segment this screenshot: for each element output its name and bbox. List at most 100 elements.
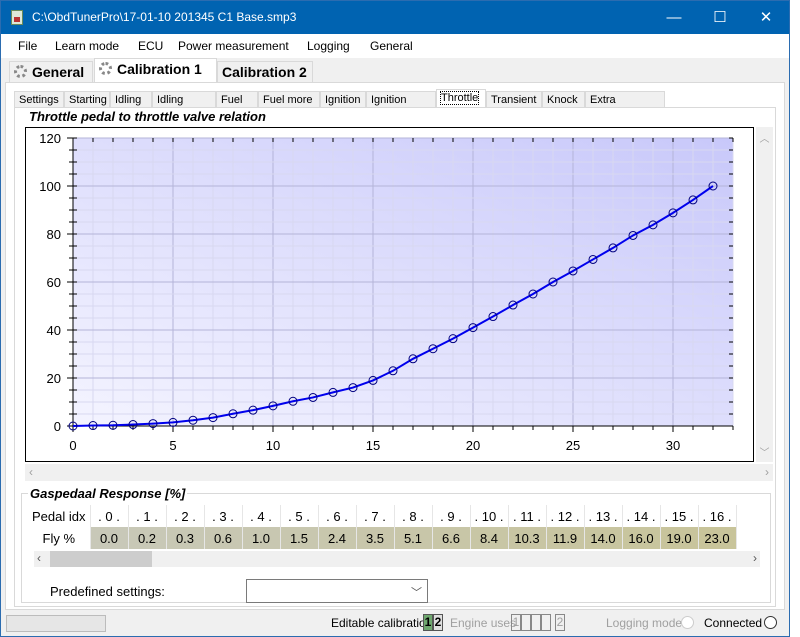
menu-logging[interactable]: Logging [307, 39, 350, 53]
chart-vertical-scrollbar[interactable]: ︿ ﹀ [756, 127, 773, 462]
predefined-settings-select[interactable]: ﹀ [246, 579, 428, 603]
scroll-left-icon[interactable]: ‹ [29, 465, 33, 479]
scroll-left-icon[interactable]: ‹ [37, 551, 41, 565]
x-tick-label: 25 [566, 438, 580, 453]
subtab-starting[interactable]: Starting [64, 91, 110, 108]
subtab-ignition[interactable]: Ignition [320, 91, 366, 108]
logging-mode-indicator [681, 616, 694, 629]
gear-icon [14, 65, 27, 78]
tab-label: Calibration 2 [222, 64, 307, 80]
pedal-idx-cell: . 1 . [128, 505, 167, 527]
response-group-title: Gaspedaal Response [%] [28, 486, 188, 501]
engine-uses-2: 2 [555, 614, 565, 631]
fly-pct-cell[interactable]: 1.0 [242, 527, 281, 549]
tab-label: General [32, 64, 85, 80]
calibration-content: Settings Starting Idling Idling more Fue… [5, 82, 785, 610]
engine-uses-slot [541, 614, 551, 631]
subtab-label: Starting [69, 94, 107, 106]
scroll-up-icon[interactable]: ︿ [756, 130, 773, 145]
fly-pct-cell[interactable]: 14.0 [584, 527, 623, 549]
pedal-idx-cell: . 9 . [432, 505, 471, 527]
window-title: C:\ObdTunerPro\17-01-10 201345 C1 Base.s… [32, 10, 297, 24]
app-icon [11, 10, 23, 25]
fly-pct-cell[interactable]: 0.3 [166, 527, 205, 549]
subtab-fuel[interactable]: Fuel [216, 91, 258, 108]
fly-pct-cell[interactable]: 19.0 [660, 527, 699, 549]
menu-file[interactable]: File [18, 39, 37, 53]
y-tick-label: 120 [39, 131, 61, 146]
pedal-idx-cell: . 11 . [508, 505, 547, 527]
fly-pct-cell[interactable]: 0.6 [204, 527, 243, 549]
fly-pct-cell[interactable]: 3.5 [356, 527, 395, 549]
subtab-ignition-more[interactable]: Ignition more [366, 91, 436, 122]
logging-mode-label: Logging mode [606, 616, 683, 630]
scroll-thumb[interactable] [50, 551, 152, 567]
engine-uses-slot [531, 614, 541, 631]
table-horizontal-scrollbar[interactable]: ‹ › [34, 551, 760, 567]
scroll-down-icon[interactable]: ﹀ [756, 444, 773, 459]
tab-calibration-2[interactable]: Calibration 2 [217, 61, 313, 82]
tab-label: Calibration 1 [117, 61, 202, 77]
menu-general[interactable]: General [370, 39, 413, 53]
response-group: Gaspedaal Response [%] Pedal idx . 0 .. … [21, 486, 771, 603]
editable-cal-2[interactable]: 2 [433, 614, 443, 631]
fly-pct-cell[interactable]: 11.9 [546, 527, 585, 549]
pedal-idx-cell: . 4 . [242, 505, 281, 527]
fly-pct-cell[interactable]: 5.1 [394, 527, 433, 549]
pedal-idx-cell: . 3 . [204, 505, 243, 527]
pedal-idx-cell: . 15 . [660, 505, 699, 527]
chart-group-title: Throttle pedal to throttle valve relatio… [27, 109, 268, 124]
main-tabs: General Calibration 1 Calibration 2 [1, 58, 789, 83]
editable-cal-1[interactable]: 1 [423, 614, 433, 631]
subtab-throttle[interactable]: Throttle [436, 89, 486, 108]
fly-pct-cell[interactable]: 2.4 [318, 527, 357, 549]
fly-pct-cell[interactable]: 23.0 [698, 527, 737, 549]
x-tick-label: 0 [69, 438, 76, 453]
scroll-right-icon[interactable]: › [753, 551, 757, 565]
engine-uses-1: 1 [511, 614, 521, 631]
y-tick-label: 100 [39, 179, 61, 194]
fly-pct-cell[interactable]: 0.2 [128, 527, 167, 549]
minimize-button[interactable]: — [651, 1, 697, 34]
subtab-fuel-more[interactable]: Fuel more [258, 91, 320, 108]
subtab-label: Idling [115, 94, 142, 106]
y-tick-label: 20 [47, 371, 61, 386]
fly-pct-cell[interactable]: 6.6 [432, 527, 471, 549]
maximize-button[interactable]: ☐ [697, 1, 743, 34]
progress-bar [6, 615, 106, 632]
fly-pct-cell[interactable]: 0.0 [90, 527, 129, 549]
subtab-idling[interactable]: Idling [110, 91, 152, 108]
chevron-down-icon: ﹀ [411, 587, 422, 599]
x-tick-label: 20 [466, 438, 480, 453]
x-tick-label: 10 [266, 438, 280, 453]
menu-learn-mode[interactable]: Learn mode [55, 39, 119, 53]
subtab-idling-more[interactable]: Idling more [152, 91, 216, 122]
tab-calibration-1[interactable]: Calibration 1 [94, 58, 217, 83]
chart-horizontal-scrollbar[interactable]: ‹ › [25, 464, 773, 481]
pedal-idx-cell: . 14 . [622, 505, 661, 527]
subtab-extra-hardware[interactable]: Extra hardware [585, 91, 665, 122]
menu-ecu[interactable]: ECU [138, 39, 163, 53]
menu-bar: File Learn mode ECU Power measurement Lo… [1, 34, 789, 58]
fly-pct-cell[interactable]: 16.0 [622, 527, 661, 549]
throttle-chart: 0 5 10 15 20 25 30 0 20 40 60 80 100 120 [25, 127, 754, 462]
fly-pct-cell[interactable]: 8.4 [470, 527, 509, 549]
y-tick-label: 60 [47, 275, 61, 290]
row-header: Fly % [28, 527, 91, 549]
fly-pct-row: Fly % 0.0 0.2 0.3 0.6 1.0 1.5 2.4 3.5 5.1 6.6 8.4 1… [28, 527, 737, 549]
scroll-right-icon[interactable]: › [765, 465, 769, 479]
subtab-settings[interactable]: Settings [14, 91, 64, 108]
pedal-idx-cell: . 12 . [546, 505, 585, 527]
menu-power-measurement[interactable]: Power measurement [178, 39, 289, 53]
pedal-idx-cell: . 10 . [470, 505, 509, 527]
tab-general[interactable]: General [9, 61, 93, 82]
close-button[interactable]: ✕ [743, 1, 789, 34]
title-bar: C:\ObdTunerPro\17-01-10 201345 C1 Base.s… [1, 1, 789, 34]
status-bar: Editable calibration 1 2 Engine uses 1 2… [1, 610, 789, 636]
fly-pct-cell[interactable]: 1.5 [280, 527, 319, 549]
subtab-knock[interactable]: Knock [542, 91, 585, 108]
subtab-transient[interactable]: Transient [486, 91, 542, 108]
subtab-label: Throttle [439, 91, 480, 105]
pedal-idx-cell: . 5 . [280, 505, 319, 527]
fly-pct-cell[interactable]: 10.3 [508, 527, 547, 549]
